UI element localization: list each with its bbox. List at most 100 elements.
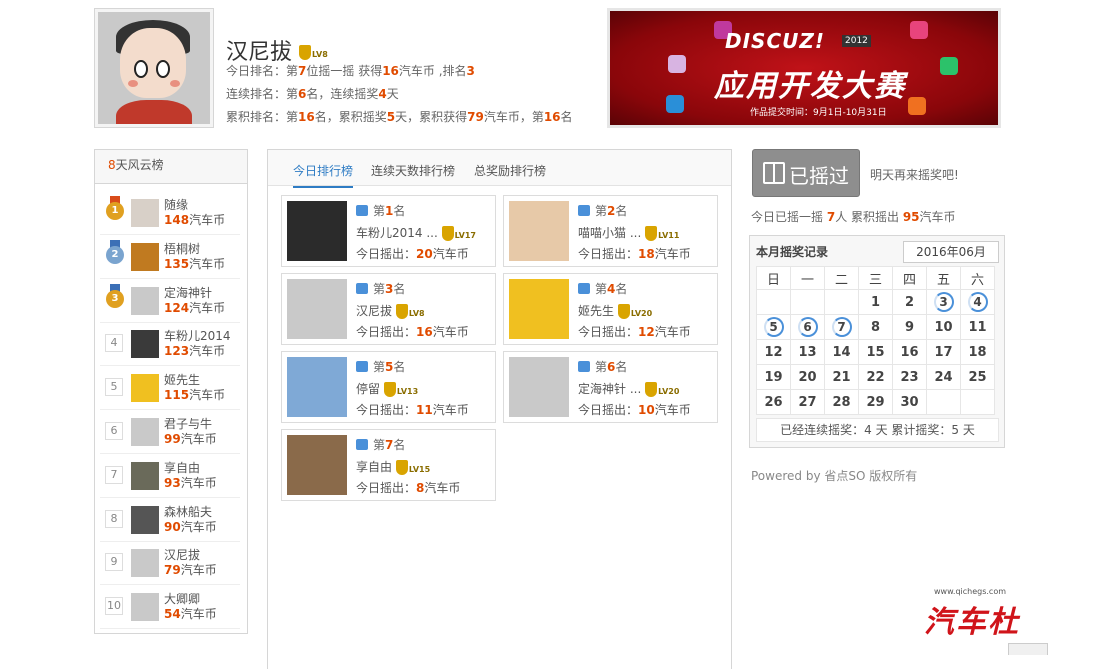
shake-calendar: 本月摇奖记录 2016年06月 日一二三四五六 1 2 3 4 5 6 7 8 9 10 11 12 13… [749,235,1005,448]
ranking-card[interactable]: 第4名 姬先生 LV20 今日摇出：12汽车币 [503,273,718,345]
weekday-header: 四 [892,266,927,290]
leaderboard-coins: 54汽车币 [164,607,217,622]
user-card-icon [578,361,590,372]
card-name[interactable]: 姬先生 LV20 [578,302,652,320]
leaderboard-row[interactable]: 5 姬先生 115汽车币 [100,367,240,411]
rank-number: 10 [105,597,123,616]
leaderboard-title: 8天风云榜 [95,150,247,184]
calendar-summary: 已经连续摇奖：4 天 累计摇奖：5 天 [756,418,999,442]
calendar-day: 2 [892,289,927,315]
tab-today[interactable]: 今日排行榜 [293,162,354,188]
card-name[interactable]: 享自由 LV15 [356,458,430,476]
leaderboard-row[interactable]: 8 森林船夫 90汽车币 [100,499,240,542]
user-photo[interactable] [287,435,347,495]
leaderboard-row[interactable]: 3 定海神针 124汽车币 [100,280,240,323]
tab-total[interactable]: 总奖励排行榜 [474,162,546,179]
user-thumbnail[interactable] [131,461,159,490]
leaderboard-coins: 90汽车币 [164,519,217,534]
ranking-card[interactable]: 第3名 汉尼拔 LV8 今日摇出：16汽车币 [281,273,496,345]
card-name[interactable]: 停留 LV13 [356,380,418,398]
leaderboard-row[interactable]: 1 随缘 148汽车币 [100,192,240,235]
weekday-header: 一 [790,266,825,290]
total-rank-line: 累积排名：第16名，累积摇奖5天，累积获得79汽车币，第16名 [226,110,573,124]
user-card-icon [578,205,590,216]
user-photo[interactable] [509,357,569,417]
user-thumbnail[interactable] [131,199,159,227]
user-thumbnail[interactable] [131,418,159,446]
banner-title: 应用开发大赛 [714,69,906,104]
level-badge-icon: LV20 [617,303,652,320]
rank-number: 4 [105,334,123,353]
calendar-day-shaken: 3 [926,289,961,315]
calendar-day: 28 [824,389,859,415]
user-avatar[interactable] [94,8,214,128]
calendar-day: 26 [756,389,791,415]
user-card-icon [356,283,368,294]
ranking-card[interactable]: 第2名 喵喵小猫 ... LV11 今日摇出：18汽车币 [503,195,718,267]
ranking-card[interactable]: 第5名停留 LV13 今日摇出：11汽车币 [281,351,496,423]
user-photo[interactable] [287,201,347,261]
card-shake-result: 今日摇出：11汽车币 [356,403,469,417]
today-shake-stats: 今日已摇一摇 7人 累积摇出 95汽车币 [751,210,956,224]
leaderboard-row[interactable]: 10 大卿卿 54汽车币 [100,586,240,630]
calendar-day: 8 [858,314,893,340]
leaderboard-coins: 135汽车币 [164,256,226,271]
contest-banner[interactable]: DISCUZ! 2012 应用开发大赛 作品提交时间：9月1日-10月31日 [607,8,1001,128]
calendar-day: 10 [926,314,961,340]
user-thumbnail[interactable] [131,374,159,403]
calendar-day: 27 [790,389,825,415]
calendar-day [960,389,995,415]
ranking-card[interactable]: 第6名 定海神针 ... LV20 今日摇出：10汽车币 [503,351,718,423]
card-rank: 第7名 [356,436,405,453]
leaderboard-row[interactable]: 4 车粉儿2014 123汽车币 [100,323,240,367]
calendar-day: 19 [756,364,791,390]
card-rank: 第5名 [356,358,405,375]
card-name[interactable]: 汉尼拔 LV8 [356,302,430,320]
user-photo[interactable] [509,201,569,261]
card-name[interactable]: 喵喵小猫 ... LV11 [578,224,679,242]
user-photo[interactable] [509,279,569,339]
user-thumbnail[interactable] [131,286,159,315]
calendar-day: 18 [960,339,995,365]
streak-rank-line: 连续排名：第6名，连续摇奖4天 [226,87,399,101]
rank-number: 5 [105,378,123,397]
lock-icon [908,97,926,115]
level-badge-icon: LV20 [645,381,679,398]
leaderboard-row[interactable]: 2 梧桐树 135汽车币 [100,236,240,279]
leaderboard-row[interactable]: 6 君子与牛 99汽车币 [100,411,240,454]
user-thumbnail[interactable] [131,242,159,271]
level-badge-icon: LV17 [441,225,476,242]
user-thumbnail[interactable] [131,505,159,534]
card-name[interactable]: 车粉儿2014 ... LV17 [356,224,476,242]
shake-button[interactable]: 已摇过 [752,149,860,197]
user-photo[interactable] [287,357,347,417]
calendar-day: 22 [858,364,893,390]
card-shake-result: 今日摇出：18汽车币 [578,247,691,261]
leaderboard-row[interactable]: 7 享自由 93汽车币 [100,455,240,498]
calendar-day: 11 [960,314,995,340]
user-thumbnail[interactable] [131,330,159,359]
calendar-month-select[interactable]: 2016年06月 [903,241,999,263]
weekday-header: 三 [858,266,893,290]
ranking-card[interactable]: 第1名 车粉儿2014 ... LV17 今日摇出：20汽车币 [281,195,496,267]
leaderboard-coins: 93汽车币 [164,475,217,490]
music-icon [910,21,928,39]
come-back-tomorrow: 明天再来摇奖吧! [870,168,959,182]
weekday-header: 二 [824,266,859,290]
user-thumbnail[interactable] [131,549,159,578]
site-logo[interactable]: www.qichegs.com 汽车杜 [924,587,1084,640]
card-shake-result: 今日摇出：20汽车币 [356,247,469,261]
card-name[interactable]: 定海神针 ... LV20 [578,380,679,398]
user-thumbnail[interactable] [131,593,159,622]
calendar-title: 本月摇奖记录 [756,245,829,259]
tab-streak[interactable]: 连续天数排行榜 [371,162,455,179]
ranking-card[interactable]: 第7名 享自由 LV15 今日摇出：8汽车币 [281,429,496,501]
calendar-day: 13 [790,339,825,365]
level-badge-icon: LV15 [395,459,430,476]
today-rank-line: 今日排名：第7位摇一摇 获得16汽车币 ,排名3 [226,64,475,78]
user-photo[interactable] [287,279,347,339]
calendar-day-shaken: 5 [756,314,791,340]
leaderboard-row[interactable]: 9 汉尼拔 79汽车币 [100,542,240,586]
scroll-top-button[interactable] [1008,643,1048,655]
user-card-icon [356,205,368,216]
